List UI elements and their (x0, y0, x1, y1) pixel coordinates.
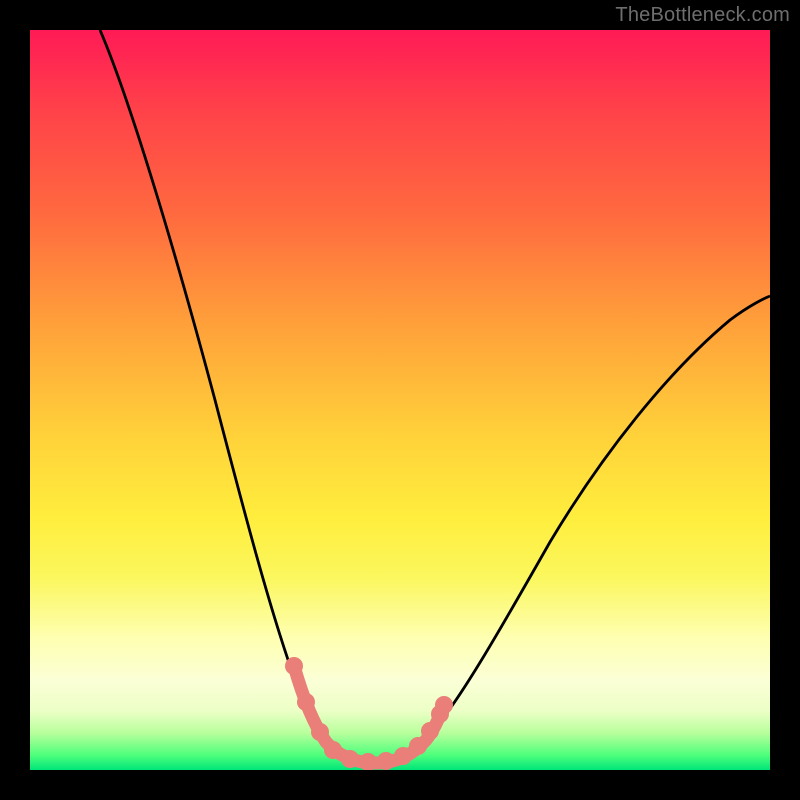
coral-dot (394, 747, 412, 765)
outer-frame: TheBottleneck.com (0, 0, 800, 800)
plot-area (30, 30, 770, 770)
coral-dot (311, 723, 329, 741)
watermark-text: TheBottleneck.com (615, 4, 790, 27)
coral-dot (421, 722, 439, 740)
black-curve (100, 30, 770, 762)
coral-dot (324, 741, 342, 759)
coral-dot (377, 752, 395, 770)
coral-dot (409, 737, 427, 755)
coral-dot (297, 693, 315, 711)
curve-svg (30, 30, 770, 770)
coral-dot (285, 657, 303, 675)
coral-dot (435, 696, 453, 714)
coral-dot (341, 750, 359, 768)
